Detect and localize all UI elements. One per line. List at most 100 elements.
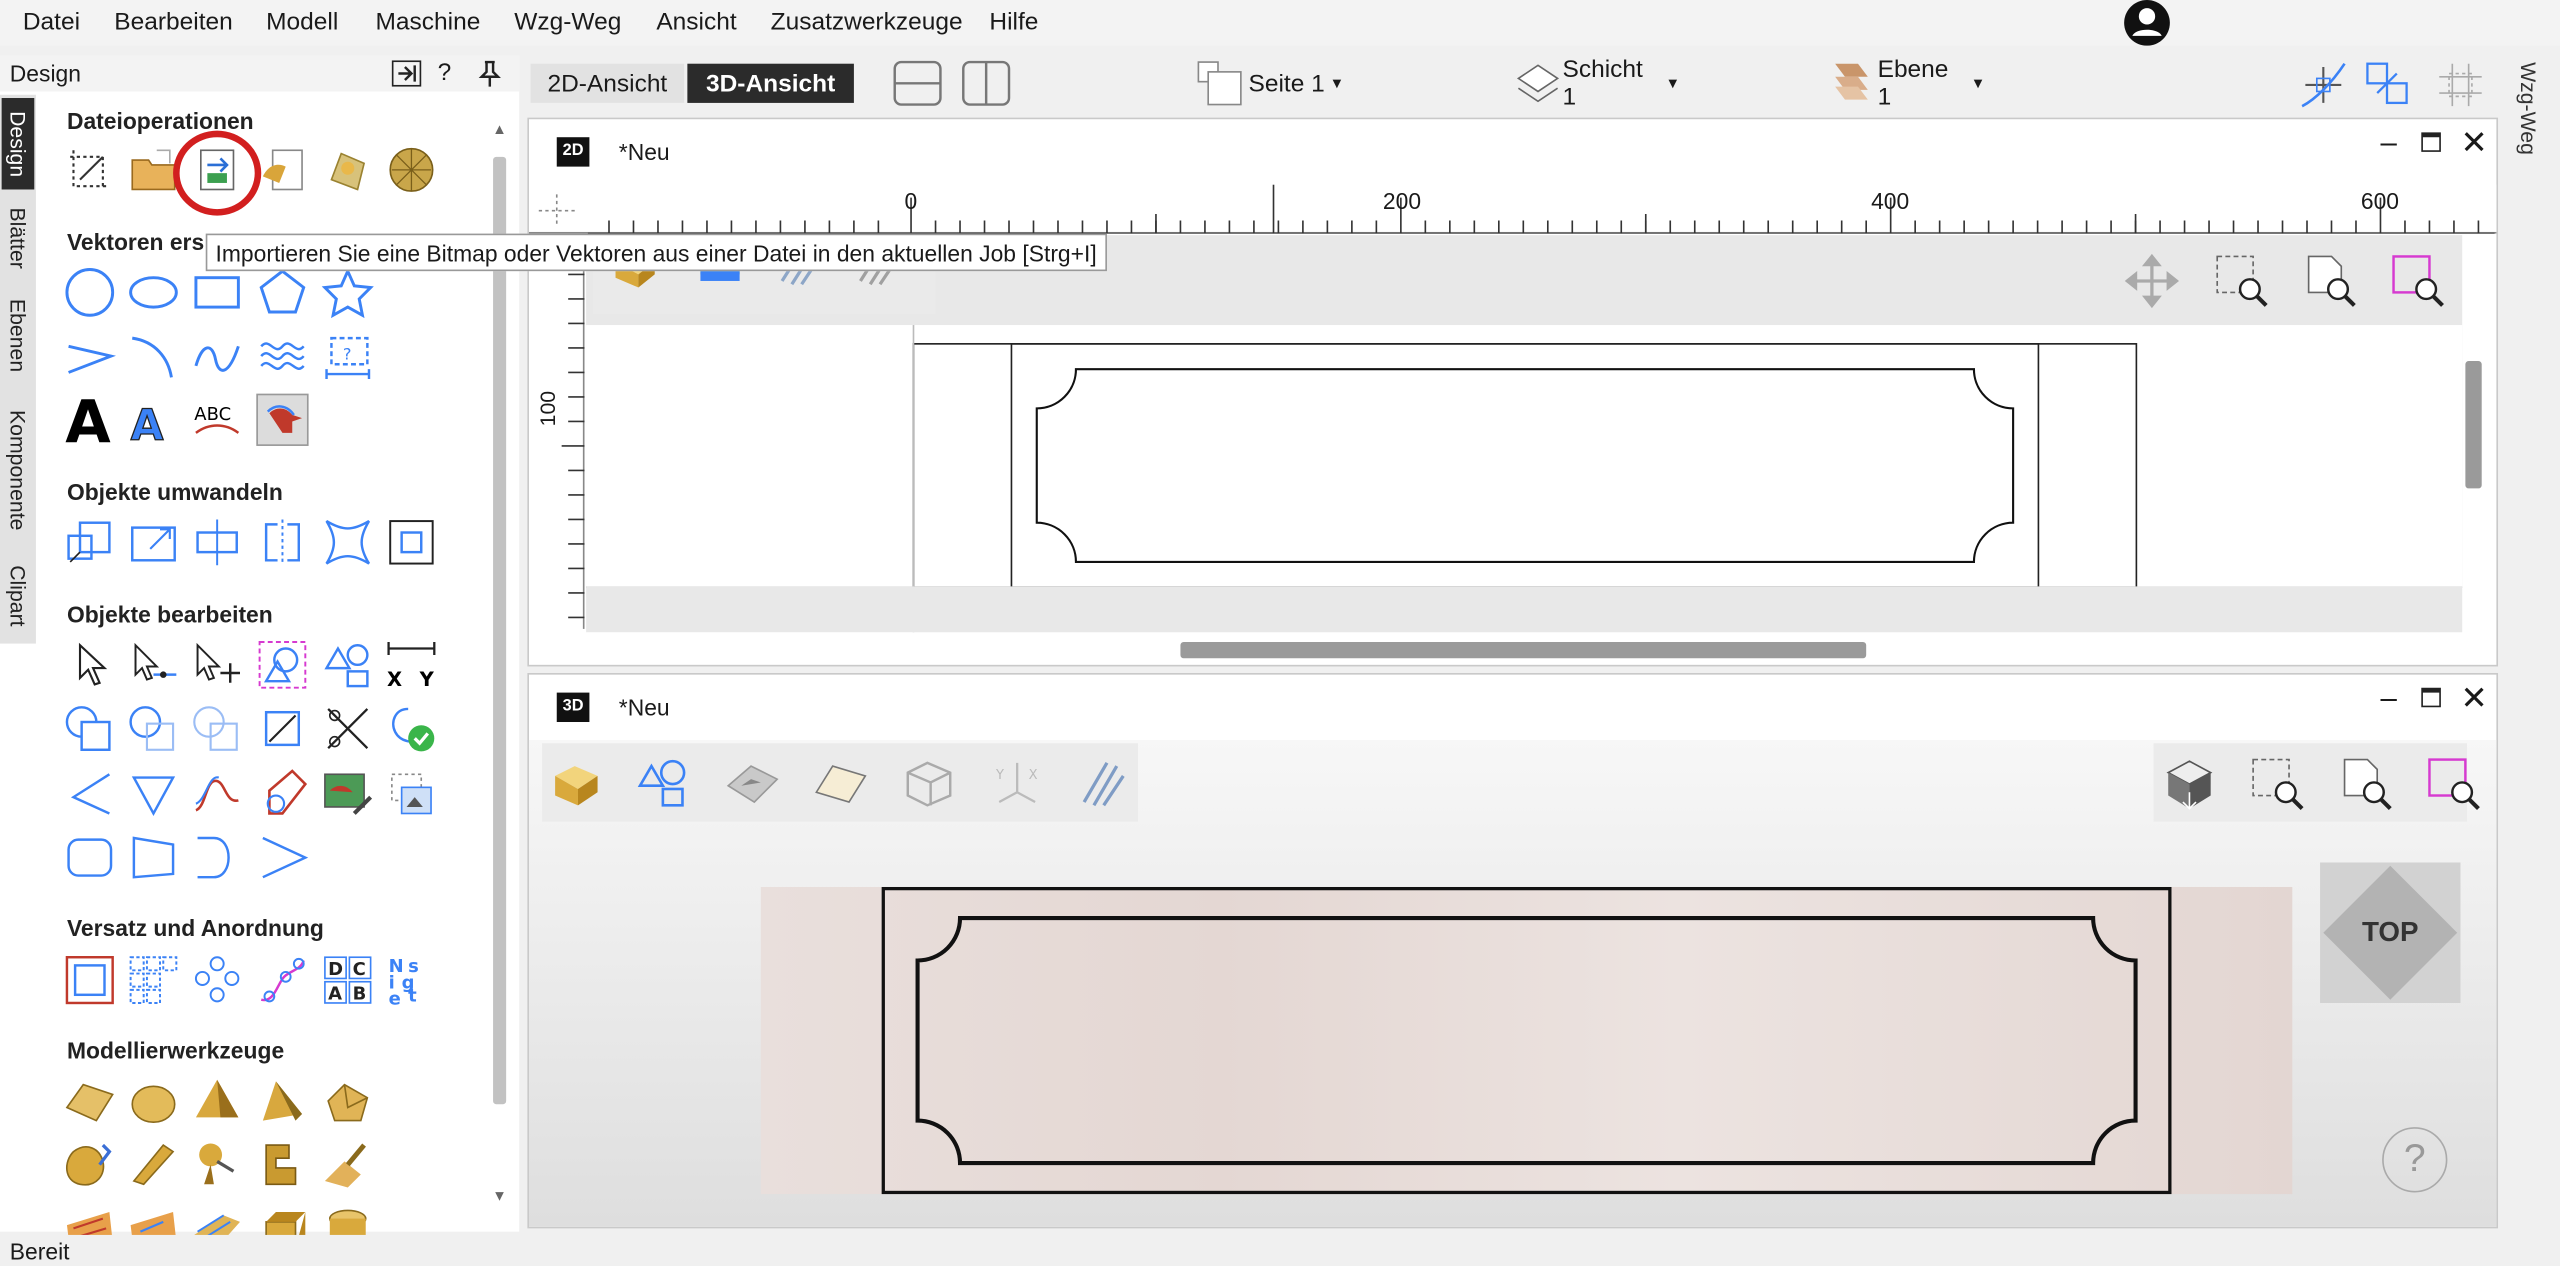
import-clipart-icon[interactable] <box>322 144 374 196</box>
layer-dropdown[interactable]: Schicht 1 ▼ <box>1562 56 1680 112</box>
pyramid-shape-icon[interactable] <box>191 1075 243 1127</box>
menu-wzg-weg[interactable]: Wzg-Weg <box>514 8 621 36</box>
close-vectors-icon[interactable] <box>385 702 437 754</box>
scroll-up-icon[interactable]: ▲ <box>490 121 510 141</box>
weld-icon[interactable] <box>64 702 116 754</box>
side-tab-ebenen[interactable]: Ebenen <box>2 287 35 382</box>
create-shape-icon[interactable] <box>64 1075 116 1127</box>
ruler-origin-icon[interactable] <box>536 191 578 230</box>
auto-layout-icon[interactable]: Nsiget <box>385 954 437 1006</box>
scale-object-icon[interactable] <box>64 516 116 568</box>
side-tab-blaetter[interactable]: Blätter <box>2 196 35 281</box>
collapse-panel-icon[interactable] <box>391 60 422 87</box>
move-object-icon[interactable] <box>127 516 179 568</box>
trace-bitmap-icon[interactable] <box>256 393 309 446</box>
view-3d-minimize[interactable]: – <box>2380 681 2396 715</box>
bitmap-mask-icon[interactable] <box>385 768 437 820</box>
draw-circle-icon[interactable] <box>64 266 116 318</box>
side-tab-wzg-weg[interactable]: Wzg-Weg <box>2508 62 2540 176</box>
import-model-icon[interactable] <box>385 144 437 196</box>
view-2d-vscroll-thumb[interactable] <box>2465 361 2482 489</box>
draw-arc-icon[interactable] <box>127 330 179 382</box>
slice-relief-icon[interactable] <box>256 1139 308 1191</box>
draw-curve-icon[interactable] <box>191 330 243 382</box>
menu-modell[interactable]: Modell <box>266 8 338 36</box>
help-3d-button[interactable]: ? <box>2382 1127 2448 1193</box>
dogbone-icon[interactable] <box>127 768 179 820</box>
view-2d-hscroll-thumb[interactable] <box>1180 641 1867 659</box>
pan-icon[interactable] <box>2124 253 2180 309</box>
menu-hilfe[interactable]: Hilfe <box>989 8 1038 36</box>
scroll-thumb[interactable] <box>493 156 507 1105</box>
side-tab-clipart[interactable]: Clipart <box>2 555 35 637</box>
zoom-extents-3d-icon[interactable] <box>2338 756 2394 812</box>
mirror-object-icon[interactable] <box>256 516 308 568</box>
select-tool-icon[interactable] <box>64 639 116 691</box>
zoom-box-3d-icon[interactable] <box>2250 756 2306 812</box>
angle-vector-icon[interactable] <box>256 831 309 883</box>
fit-to-box-icon[interactable] <box>385 516 437 568</box>
circular-array-icon[interactable] <box>191 954 243 1006</box>
rounded-rect-icon[interactable] <box>64 831 116 883</box>
draw-ellipse-icon[interactable] <box>127 266 179 318</box>
show-origin-icon[interactable]: YX <box>989 756 1045 812</box>
draw-rectangle-icon[interactable] <box>191 266 243 318</box>
material-setup-3d-icon[interactable] <box>549 756 605 812</box>
draw-polyline-icon[interactable] <box>64 330 116 382</box>
pin-icon[interactable] <box>477 59 503 88</box>
smooth-curve-icon[interactable] <box>191 768 243 820</box>
canvas-2d[interactable] <box>586 235 2463 633</box>
menu-maschine[interactable]: Maschine <box>376 8 481 36</box>
draw-outline-text-icon[interactable]: A <box>127 394 179 446</box>
split-vertical-icon[interactable] <box>962 60 1011 106</box>
relief-tool-icon[interactable] <box>191 1139 243 1191</box>
view-cube-icon[interactable] <box>2162 756 2218 812</box>
snap-grid-icon[interactable] <box>2364 60 2413 109</box>
page-dropdown[interactable]: Seite 1 ▼ <box>1247 64 1345 103</box>
draw-text-icon[interactable]: A <box>64 394 116 446</box>
view-3d-button[interactable]: 3D-Ansicht <box>687 63 854 103</box>
measure-icon[interactable]: XY <box>385 639 437 691</box>
view-3d-close[interactable]: ✕ <box>2460 678 2487 719</box>
show-box-icon[interactable] <box>901 756 957 812</box>
group-icon[interactable] <box>256 639 308 691</box>
sculpt-icon[interactable] <box>64 1139 116 1191</box>
side-tab-design[interactable]: Design <box>1 98 35 190</box>
view-2d-maximize[interactable] <box>2421 132 2441 152</box>
view-2d-button[interactable]: 2D-Ansicht <box>530 63 685 103</box>
node-edit-icon[interactable] <box>127 639 179 691</box>
nesting-icon[interactable]: DCAB <box>322 954 374 1006</box>
draw-dimension-icon[interactable]: ? <box>322 330 374 382</box>
menu-datei[interactable]: Datei <box>23 8 80 36</box>
trim-icon[interactable] <box>322 702 374 754</box>
copy-along-vector-icon[interactable] <box>256 954 308 1006</box>
open-file-icon[interactable] <box>127 144 179 196</box>
open-curve-icon[interactable] <box>191 831 243 883</box>
draw-polygon-icon[interactable] <box>256 266 308 318</box>
tangent-shape-icon[interactable] <box>127 831 179 883</box>
show-material-icon[interactable] <box>813 756 869 812</box>
plaque-vector[interactable] <box>1030 366 2019 565</box>
zoom-selection-3d-icon[interactable] <box>2426 756 2482 812</box>
menu-bearbeiten[interactable]: Bearbeiten <box>114 8 232 36</box>
show-bitmap-3d-icon[interactable] <box>725 756 781 812</box>
view-2d-close[interactable]: ✕ <box>2460 123 2487 164</box>
transform-tool-icon[interactable] <box>191 639 243 691</box>
grid-toggle-icon[interactable] <box>2436 60 2485 109</box>
job-setup-icon[interactable] <box>64 144 116 196</box>
ungroup-icon[interactable] <box>322 639 374 691</box>
paint-relief-icon[interactable] <box>322 1139 374 1191</box>
array-copy-icon[interactable] <box>127 954 179 1006</box>
dome-shape-icon[interactable] <box>127 1075 179 1127</box>
distort-object-icon[interactable] <box>322 516 374 568</box>
zoom-box-icon[interactable] <box>2214 253 2270 309</box>
draw-wave-icon[interactable] <box>256 330 308 382</box>
draw-text-on-curve-icon[interactable]: ABC <box>191 394 243 446</box>
import-component-icon[interactable] <box>256 144 308 196</box>
navigation-cube[interactable]: TOP <box>2320 862 2461 1003</box>
offset-shape-icon[interactable] <box>256 768 308 820</box>
chamfer-icon[interactable] <box>64 768 116 820</box>
split-horizontal-icon[interactable] <box>893 60 942 106</box>
zoom-extents-icon[interactable] <box>2302 253 2358 309</box>
snap-point-icon[interactable] <box>2299 60 2348 109</box>
